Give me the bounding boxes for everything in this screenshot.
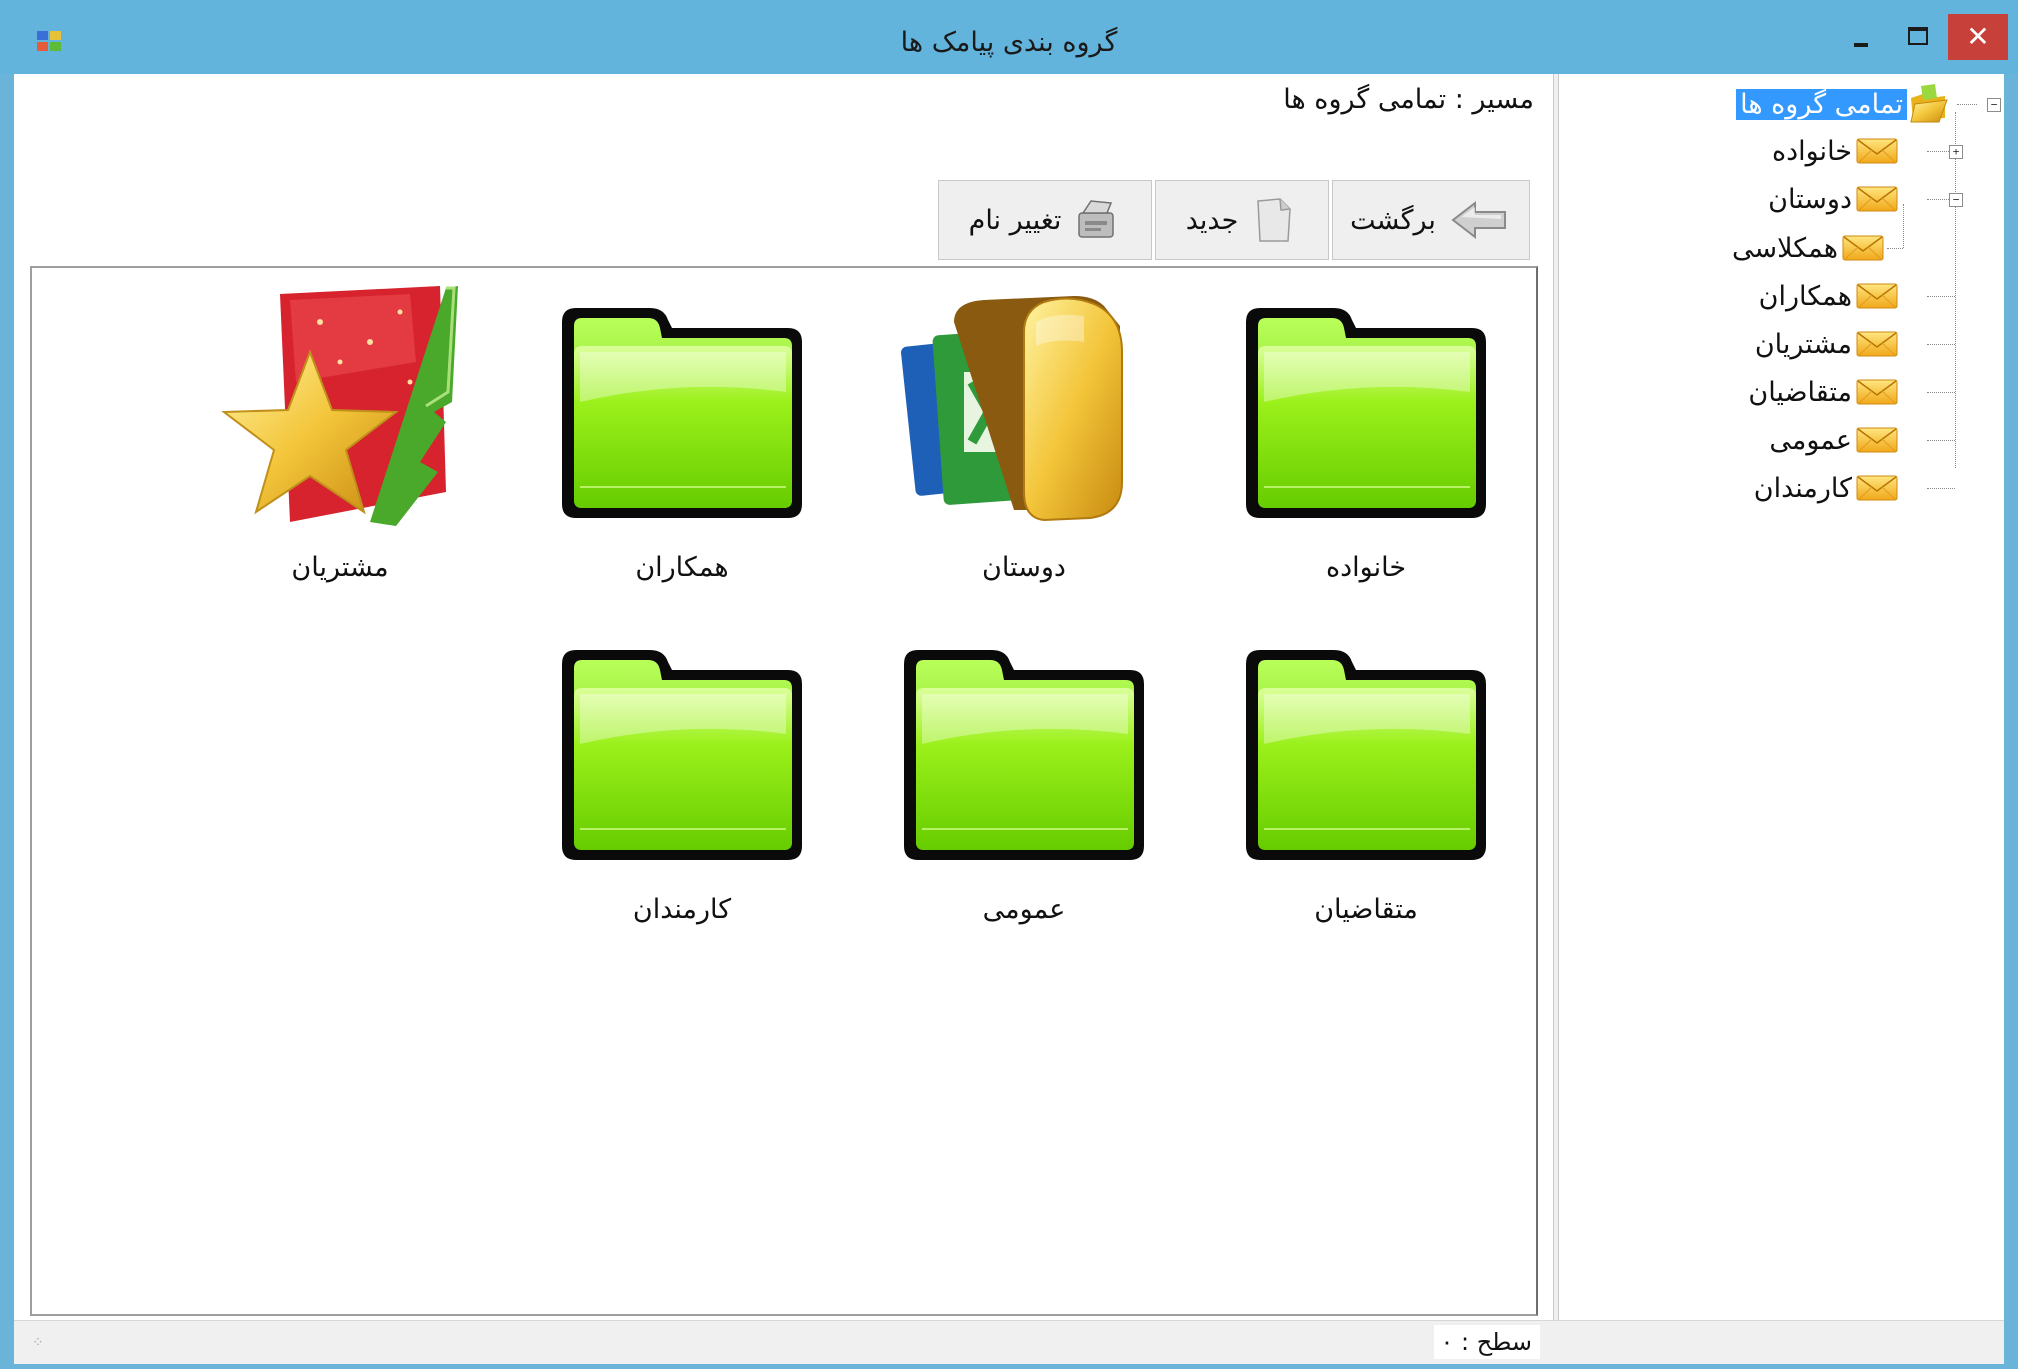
- tree-node-colleagues[interactable]: همکاران: [1755, 276, 1898, 316]
- tree-node-all-groups[interactable]: تمامی گروه ها: [1736, 84, 1949, 124]
- envelope-icon: [1856, 282, 1898, 310]
- group-label: خانواده: [1325, 552, 1407, 583]
- star-folder-icon: [221, 286, 458, 526]
- group-list-view[interactable]: خانواده دوستان همکاران مشتریان متقاضیان …: [30, 266, 1538, 1316]
- group-item-friends[interactable]: دوستان: [894, 282, 1154, 602]
- tree-connector: [1927, 344, 1955, 345]
- tree-node-friends[interactable]: دوستان: [1764, 179, 1898, 219]
- envelope-icon: [1856, 137, 1898, 165]
- tree-collapse-toggle[interactable]: −: [1987, 98, 2001, 112]
- tree-node-label: خانواده: [1771, 135, 1852, 167]
- tree-node-label: دوستان: [1768, 183, 1852, 215]
- tree-expand-toggle[interactable]: +: [1949, 145, 1963, 159]
- back-label: برگشت: [1350, 204, 1436, 236]
- tree-node-classmates[interactable]: همکلاسی: [1728, 228, 1884, 268]
- group-tree[interactable]: − + − تمامی گروه ها خانواده دوستان همکلا…: [1559, 74, 2004, 1314]
- group-label: همکاران: [635, 552, 729, 583]
- group-item-applicants[interactable]: متقاضیان: [1236, 624, 1496, 944]
- envelope-icon: [1856, 378, 1898, 406]
- green-folder-icon: [894, 624, 1154, 874]
- rename-icon: [1078, 200, 1115, 238]
- tree-connector: [1927, 440, 1955, 441]
- close-icon: ✕: [1966, 20, 1990, 53]
- close-button[interactable]: ✕: [1948, 14, 2008, 60]
- client-area: مسیر : تمامی گروه ها برگشت جدید تغییر نا…: [14, 74, 2004, 1364]
- tree-node-label: مشتریان: [1754, 328, 1852, 360]
- tree-connector: [1927, 392, 1955, 393]
- maximize-button[interactable]: [1894, 14, 1942, 58]
- green-folder-icon: [1236, 282, 1496, 532]
- tree-collapse-toggle[interactable]: −: [1949, 193, 1963, 207]
- group-label: کارمندان: [632, 894, 732, 925]
- envelope-icon: [1842, 234, 1884, 262]
- group-label: متقاضیان: [1314, 894, 1418, 925]
- tree-node-label: کارمندان: [1753, 472, 1852, 504]
- envelope-icon: [1856, 185, 1898, 213]
- group-item-colleagues[interactable]: همکاران: [552, 282, 812, 602]
- tree-node-label: تمامی گروه ها: [1736, 88, 1907, 120]
- tree-connector: [1927, 488, 1955, 489]
- back-arrow-icon: [1451, 200, 1506, 240]
- new-button[interactable]: جدید: [1155, 180, 1329, 260]
- green-folder-icon: [1236, 624, 1496, 874]
- tree-node-customers[interactable]: مشتریان: [1751, 324, 1898, 364]
- level-indicator: سطح : ۰: [1434, 1325, 1540, 1359]
- resize-grip-icon[interactable]: ⁘: [32, 1335, 52, 1355]
- path-label: مسیر : تمامی گروه ها: [1283, 84, 1534, 115]
- tree-node-label: عمومی: [1769, 424, 1852, 456]
- open-folder-icon: [1910, 84, 1948, 123]
- tree-connector: [1887, 248, 1903, 249]
- group-label: عمومی: [982, 894, 1066, 925]
- tree-connector: [1955, 112, 1956, 468]
- rename-button[interactable]: تغییر نام: [938, 180, 1152, 260]
- tree-node-employees[interactable]: کارمندان: [1750, 468, 1898, 508]
- tree-node-label: همکلاسی: [1732, 232, 1838, 264]
- tree-node-family[interactable]: خانواده: [1768, 131, 1898, 171]
- group-label: مشتریان: [291, 552, 389, 583]
- status-bar: ⁘ سطح : ۰: [14, 1320, 2004, 1364]
- green-folder-icon: [552, 624, 812, 874]
- minimize-button[interactable]: [1836, 14, 1884, 58]
- tree-node-applicants[interactable]: متقاضیان: [1744, 372, 1898, 412]
- tree-connector: [1927, 296, 1955, 297]
- tree-node-general[interactable]: عمومی: [1765, 420, 1898, 460]
- title-bar[interactable]: گروه بندی پیامک ها ✕: [0, 0, 2018, 74]
- envelope-icon: [1856, 330, 1898, 358]
- tree-node-label: همکاران: [1758, 280, 1852, 312]
- new-label: جدید: [1185, 204, 1239, 236]
- envelope-icon: [1856, 474, 1898, 502]
- office-folder-icon: [901, 296, 1123, 522]
- rename-label: تغییر نام: [968, 204, 1062, 236]
- tree-node-label: متقاضیان: [1748, 376, 1852, 408]
- group-item-family[interactable]: خانواده: [1236, 282, 1496, 602]
- group-item-general[interactable]: عمومی: [894, 624, 1154, 944]
- group-item-employees[interactable]: کارمندان: [552, 624, 812, 944]
- new-page-icon: [1257, 198, 1292, 242]
- window-title: گروه بندی پیامک ها: [900, 27, 1118, 58]
- group-item-customers[interactable]: مشتریان: [210, 282, 470, 602]
- tree-connector: [1903, 204, 1904, 248]
- back-button[interactable]: برگشت: [1332, 180, 1530, 260]
- envelope-icon: [1856, 426, 1898, 454]
- tree-connector: [1957, 104, 1977, 105]
- group-label: دوستان: [982, 552, 1066, 583]
- app-window: گروه بندی پیامک ها ✕ مسیر : تمامی گروه ه…: [0, 0, 2018, 1369]
- green-folder-icon: [552, 282, 812, 532]
